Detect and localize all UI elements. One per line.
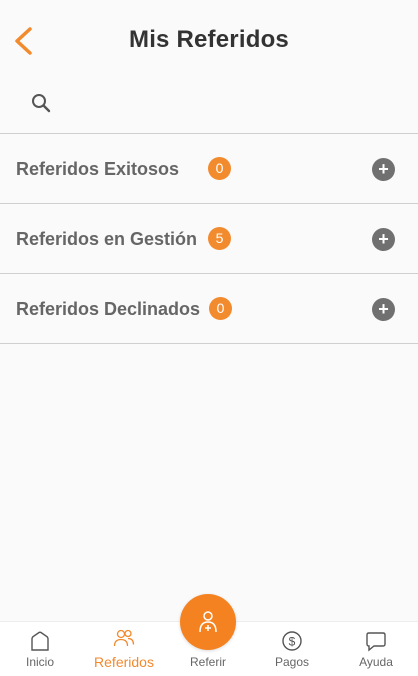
dollar-icon: $	[282, 631, 302, 651]
search-input[interactable]	[62, 88, 396, 122]
home-icon	[31, 631, 49, 651]
search-bar	[0, 84, 418, 132]
nav-label: Ayuda	[359, 655, 393, 669]
category-label: Referidos Exitosos	[16, 159, 180, 179]
category-row-declinados[interactable]: Referidos Declinados 0 +	[0, 274, 418, 344]
nav-item-ayuda[interactable]: Ayuda	[336, 622, 416, 676]
expand-button[interactable]: +	[372, 298, 395, 321]
category-row-en-gestion[interactable]: Referidos en Gestión 5 +	[0, 204, 418, 274]
category-label: Referidos en Gestión	[16, 229, 198, 249]
nav-label: Pagos	[274, 655, 310, 669]
count-badge: 0	[208, 157, 231, 180]
expand-button[interactable]: +	[372, 228, 395, 251]
category-row-exitosos[interactable]: Referidos Exitosos 0 +	[0, 134, 418, 204]
users-icon	[113, 629, 135, 647]
nav-item-inicio[interactable]: Inicio	[0, 622, 80, 676]
expand-button[interactable]: +	[372, 158, 395, 181]
add-user-icon	[199, 611, 217, 633]
category-label: Referidos Declinados	[16, 299, 201, 319]
chat-icon	[366, 632, 386, 652]
plus-icon: +	[378, 229, 389, 249]
refer-fab-button[interactable]	[180, 594, 236, 650]
nav-item-referidos[interactable]: Referidos	[84, 622, 164, 676]
app-header: Mis Referidos	[0, 0, 418, 84]
nav-item-pagos[interactable]: $ Pagos	[252, 622, 332, 676]
count-badge: 0	[209, 297, 232, 320]
referral-categories: Referidos Exitosos 0 + Referidos en Gest…	[0, 133, 418, 344]
nav-label: Inicio	[25, 655, 54, 669]
nav-label: Referir	[189, 655, 226, 669]
plus-icon: +	[378, 299, 389, 319]
plus-icon: +	[378, 159, 389, 179]
svg-text:$: $	[289, 635, 296, 649]
nav-label: Referidos	[94, 654, 154, 670]
count-badge: 5	[208, 227, 231, 250]
page-title: Mis Referidos	[129, 26, 289, 53]
search-icon	[32, 94, 51, 113]
